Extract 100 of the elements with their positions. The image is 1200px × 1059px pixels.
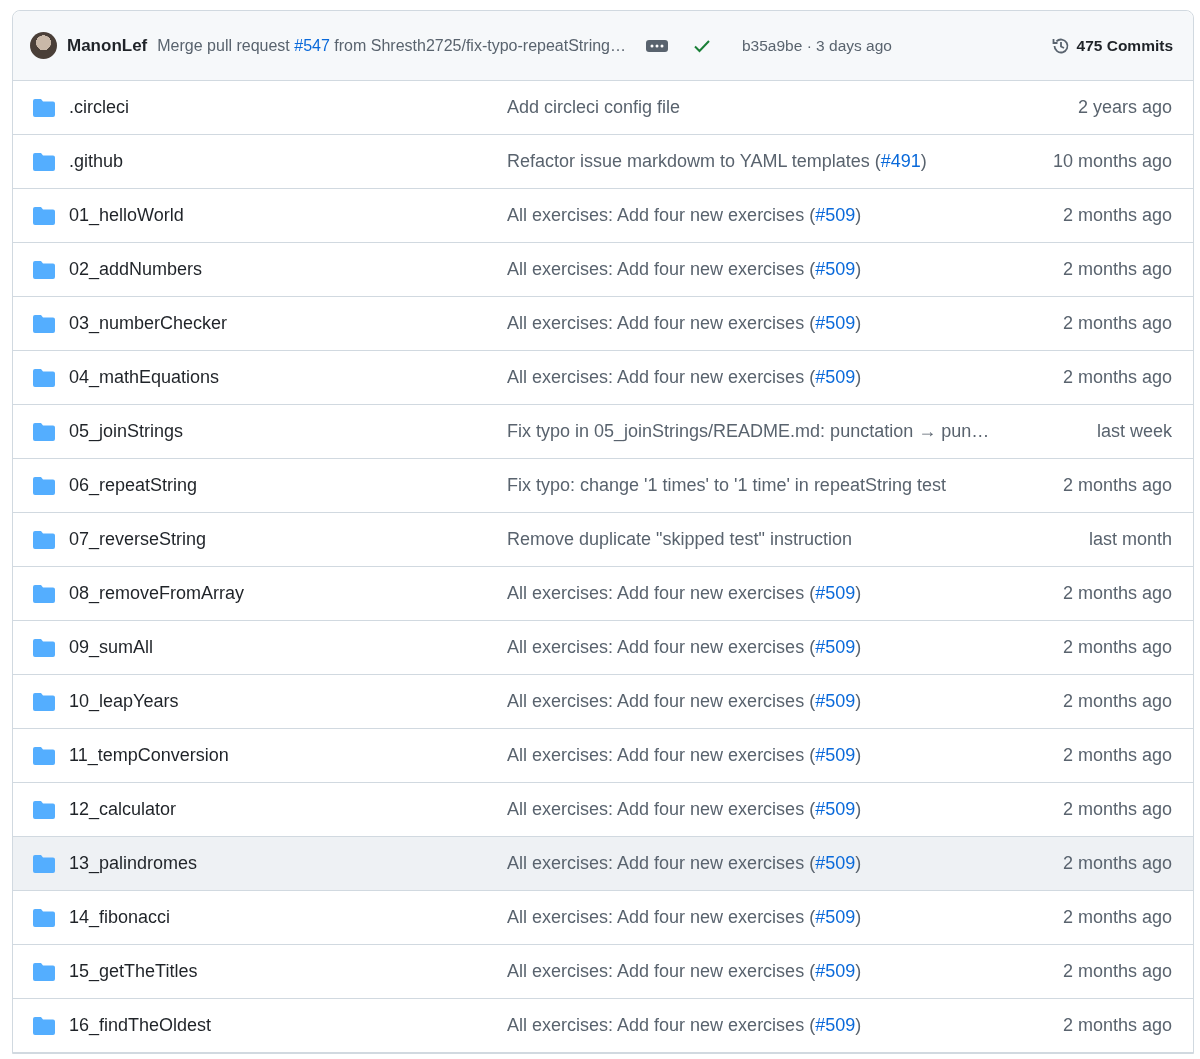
folder-link[interactable]: 03_numberChecker: [69, 313, 228, 334]
commit-message: All exercises: Add four new exercises (#509): [507, 691, 863, 712]
commit-time: 2 months ago: [1062, 907, 1172, 928]
folder-icon: [33, 530, 55, 549]
pull-request-link[interactable]: #509: [815, 583, 856, 603]
pull-request-link[interactable]: #547: [294, 36, 330, 54]
pull-request-link[interactable]: #509: [815, 961, 856, 981]
file-row[interactable]: 08_removeFromArray All exercises: Add four new exercises (#509) 2 months ago: [13, 567, 1193, 621]
folder-icon: [33, 368, 55, 387]
file-row[interactable]: 06_repeatString Fix typo: change '1 times' to '1 time' in repeatString test 2 months ago: [13, 459, 1193, 513]
folder-link[interactable]: 15_getTheTitles: [69, 961, 198, 982]
folder-link[interactable]: 06_repeatString: [69, 475, 198, 496]
folder-link[interactable]: 05_joinStrings: [69, 421, 184, 442]
commit-time: 2 months ago: [1062, 205, 1172, 226]
commit-time: 2 months ago: [1062, 475, 1172, 496]
file-row[interactable]: .circleci Add circleci config file 2 years ago: [13, 81, 1193, 135]
commit-message: All exercises: Add four new exercises (#509): [507, 1015, 863, 1036]
folder-link[interactable]: 09_sumAll: [69, 637, 154, 658]
folder-icon: [33, 260, 55, 279]
pull-request-link[interactable]: #509: [815, 637, 856, 657]
commit-message: Merge pull request #547 from Shresth2725/fix-typo-repeatString…: [157, 36, 626, 55]
folder-link[interactable]: 01_helloWorld: [69, 205, 184, 226]
pull-request-link[interactable]: #491: [880, 151, 921, 171]
file-row[interactable]: 14_fibonacci All exercises: Add four new exercises (#509) 2 months ago: [13, 891, 1193, 945]
folder-link[interactable]: 08_removeFromArray: [69, 583, 245, 604]
commit-time: 2 months ago: [1062, 799, 1172, 820]
commit-message: All exercises: Add four new exercises (#509): [507, 583, 863, 604]
folder-link[interactable]: 02_addNumbers: [69, 259, 203, 280]
commit-time: 2 months ago: [1062, 1015, 1172, 1036]
folder-icon: [33, 638, 55, 657]
pull-request-link[interactable]: #509: [815, 367, 856, 387]
pull-request-link[interactable]: #509: [815, 313, 856, 333]
commit-message: Fix typo in 05_joinStrings/README.md: punctation → pun…: [507, 421, 991, 442]
folder-link[interactable]: 10_leapYears: [69, 691, 179, 712]
folder-icon: [33, 692, 55, 711]
folder-link[interactable]: 12_calculator: [69, 799, 177, 820]
commit-message: All exercises: Add four new exercises (#509): [507, 205, 863, 226]
expand-message-button[interactable]: [646, 39, 668, 52]
commit-time: 2 months ago: [1062, 259, 1172, 280]
folder-icon: [33, 422, 55, 441]
commits-link[interactable]: 475 Commits: [1050, 35, 1173, 56]
pull-request-link[interactable]: #509: [815, 745, 856, 765]
pull-request-link[interactable]: #509: [815, 1015, 856, 1035]
folder-link[interactable]: .circleci: [69, 97, 129, 118]
folder-icon: [33, 152, 55, 171]
commit-time: 2 months ago: [1062, 691, 1172, 712]
pull-request-link[interactable]: #509: [815, 907, 856, 927]
folder-icon: [33, 746, 55, 765]
folder-link[interactable]: 11_tempConversion: [69, 745, 229, 766]
commit-time: 2 months ago: [1062, 637, 1172, 658]
file-row[interactable]: 09_sumAll All exercises: Add four new exercises (#509) 2 months ago: [13, 621, 1193, 675]
commit-time: 2 months ago: [1062, 583, 1172, 604]
pull-request-link[interactable]: #509: [815, 691, 856, 711]
commit-sha-and-time[interactable]: b35a9be · 3 days ago: [742, 36, 892, 55]
folder-link[interactable]: 04_mathEquations: [69, 367, 220, 388]
check-icon[interactable]: [694, 38, 710, 53]
pull-request-link[interactable]: #509: [815, 853, 856, 873]
pull-request-link[interactable]: #509: [815, 205, 856, 225]
file-row[interactable]: 01_helloWorld All exercises: Add four new exercises (#509) 2 months ago: [13, 189, 1193, 243]
commit-time: 2 months ago: [1062, 367, 1172, 388]
commit-message: All exercises: Add four new exercises (#509): [507, 799, 863, 820]
file-row[interactable]: 02_addNumbers All exercises: Add four new exercises (#509) 2 months ago: [13, 243, 1193, 297]
file-row[interactable]: 13_palindromes All exercises: Add four new exercises (#509) 2 months ago: [13, 837, 1193, 891]
file-row[interactable]: 03_numberChecker All exercises: Add four new exercises (#509) 2 months ago: [13, 297, 1193, 351]
file-row[interactable]: 16_findTheOldest All exercises: Add four new exercises (#509) 2 months ago: [13, 999, 1193, 1053]
avatar[interactable]: [30, 32, 57, 59]
ellipsis-icon: [650, 43, 664, 48]
folder-link[interactable]: 16_findTheOldest: [69, 1015, 212, 1036]
folder-link[interactable]: .github: [69, 151, 124, 172]
commit-message: All exercises: Add four new exercises (#509): [507, 367, 863, 388]
commit-message: All exercises: Add four new exercises (#509): [507, 745, 863, 766]
file-row[interactable]: 11_tempConversion All exercises: Add four new exercises (#509) 2 months ago: [13, 729, 1193, 783]
commit-message: All exercises: Add four new exercises (#509): [507, 259, 863, 280]
commit-message: All exercises: Add four new exercises (#509): [507, 961, 863, 982]
pull-request-link[interactable]: #509: [815, 799, 856, 819]
commit-message: Add circleci config file: [507, 97, 682, 118]
folder-icon: [33, 800, 55, 819]
commit-message: Fix typo: change '1 times' to '1 time' in repeatString test: [507, 475, 947, 496]
file-row[interactable]: 15_getTheTitles All exercises: Add four new exercises (#509) 2 months ago: [13, 945, 1193, 999]
file-row[interactable]: 05_joinStrings Fix typo in 05_joinStrings/README.md: punctation → pun… last week: [13, 405, 1193, 459]
commit-time: 2 years ago: [1077, 97, 1172, 118]
commit-message: Remove duplicate "skipped test" instruction: [507, 529, 853, 550]
folder-link[interactable]: 13_palindromes: [69, 853, 198, 874]
file-row[interactable]: 10_leapYears All exercises: Add four new exercises (#509) 2 months ago: [13, 675, 1193, 729]
commit-time: 2 months ago: [1062, 745, 1172, 766]
commit-message: Refactor issue markdowm to YAML templates (#491): [507, 151, 928, 172]
folder-link[interactable]: 14_fibonacci: [69, 907, 171, 928]
file-row[interactable]: .github Refactor issue markdowm to YAML templates (#491) 10 months ago: [13, 135, 1193, 189]
folder-icon: [33, 584, 55, 603]
pull-request-link[interactable]: #509: [815, 259, 856, 279]
commit-message: All exercises: Add four new exercises (#509): [507, 907, 863, 928]
commit-time: last month: [1088, 529, 1172, 550]
folder-icon: [33, 962, 55, 981]
file-row[interactable]: 04_mathEquations All exercises: Add four new exercises (#509) 2 months ago: [13, 351, 1193, 405]
folder-link[interactable]: 07_reverseString: [69, 529, 207, 550]
commit-time: 10 months ago: [1052, 151, 1172, 172]
file-row[interactable]: 07_reverseString Remove duplicate "skipped test" instruction last month: [13, 513, 1193, 567]
commit-message: All exercises: Add four new exercises (#509): [507, 637, 863, 658]
author-link[interactable]: ManonLef: [67, 35, 148, 56]
commit-time: 2 months ago: [1062, 313, 1172, 334]
